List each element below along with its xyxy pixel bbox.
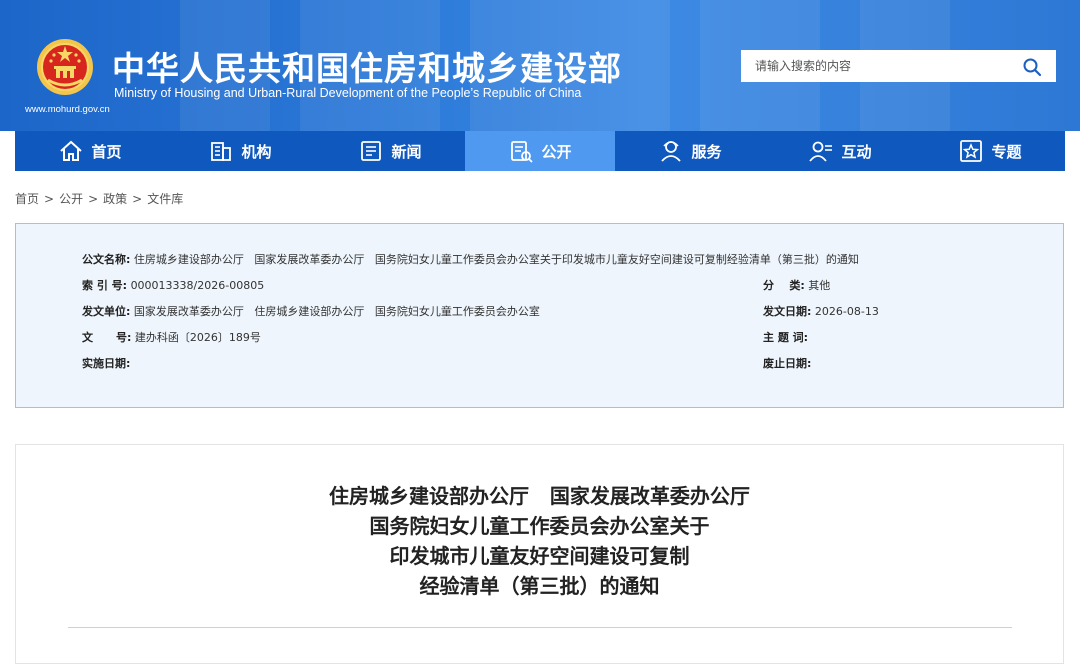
nav-item-organization[interactable]: 机构	[165, 131, 315, 171]
search-input[interactable]	[741, 50, 1011, 82]
info-effective: 实施日期:	[82, 357, 130, 371]
nav-item-service[interactable]: 服务	[615, 131, 765, 171]
nav-item-interaction[interactable]: 互动	[765, 131, 915, 171]
nav-item-home[interactable]: 首页	[15, 131, 165, 171]
nav-item-open[interactable]: 公开	[465, 131, 615, 171]
article-panel: 住房城乡建设部办公厅 国家发展改革委办公厅 国务院妇女儿童工作委员会办公室关于 …	[15, 444, 1064, 664]
article-title-line: 国务院妇女儿童工作委员会办公室关于	[369, 514, 710, 538]
article-title: 住房城乡建设部办公厅 国家发展改革委办公厅 国务院妇女儿童工作委员会办公室关于 …	[16, 481, 1063, 601]
site-url: www.mohurd.gov.cn	[25, 104, 110, 115]
document-info-box: 公文名称: 住房城乡建设部办公厅 国家发展改革委办公厅 国务院妇女儿童工作委员会…	[15, 223, 1064, 408]
breadcrumb-open[interactable]: 公开	[59, 192, 83, 206]
search-icon[interactable]	[1022, 57, 1042, 77]
info-issuer: 发文单位: 国家发展改革委办公厅 住房城乡建设部办公厅 国务院妇女儿童工作委员会…	[82, 305, 540, 319]
info-category: 分 类: 其他	[763, 279, 830, 293]
info-expiry: 废止日期:	[763, 357, 811, 371]
breadcrumb-separator: >	[44, 192, 55, 206]
article-title-line: 印发城市儿童友好空间建设可复制	[389, 544, 690, 568]
info-subject-label: 主 题 词:	[763, 331, 809, 344]
article-title-line: 经验清单（第三批）的通知	[419, 574, 660, 598]
breadcrumb-library[interactable]: 文件库	[147, 192, 183, 206]
service-person-icon	[661, 141, 682, 162]
search-box	[741, 50, 1056, 82]
nav-label: 机构	[241, 142, 272, 161]
national-emblem-icon[interactable]	[36, 38, 94, 96]
info-doc-no-value: 建办科函〔2026〕189号	[134, 331, 261, 344]
nav-label: 新闻	[391, 142, 422, 161]
info-index-value: 000013338/2026-00805	[130, 279, 265, 292]
site-title-en: Ministry of Housing and Urban-Rural Deve…	[114, 86, 582, 100]
info-category-value: 其他	[808, 279, 831, 292]
site-header: 中华人民共和国住房和城乡建设部 Ministry of Housing and …	[0, 0, 1080, 131]
info-date-label: 发文日期:	[763, 305, 812, 318]
open-document-icon	[511, 141, 534, 163]
nav-label: 专题	[991, 142, 1022, 161]
breadcrumb-separator: >	[88, 192, 99, 206]
info-issuer-label: 发文单位:	[82, 305, 131, 318]
breadcrumb-policy[interactable]: 政策	[103, 192, 127, 206]
nav-label: 首页	[91, 142, 122, 161]
info-doc-no: 文 号: 建办科函〔2026〕189号	[82, 331, 261, 345]
interaction-person-icon	[809, 141, 833, 162]
info-expiry-label: 废止日期:	[763, 357, 812, 370]
breadcrumb-separator: >	[132, 192, 143, 206]
info-issuer-value: 国家发展改革委办公厅 住房城乡建设部办公厅 国务院妇女儿童工作委员会办公室	[133, 305, 540, 318]
info-index: 索 引 号: 000013338/2026-00805	[82, 279, 264, 293]
info-effective-label: 实施日期:	[82, 357, 131, 370]
site-title-cn: 中华人民共和国住房和城乡建设部	[112, 49, 622, 88]
home-icon	[60, 140, 83, 161]
info-date: 发文日期: 2026-08-13	[763, 305, 879, 319]
info-date-value: 2026-08-13	[814, 305, 879, 318]
breadcrumb: 首页 > 公开 > 政策 > 文件库	[15, 190, 183, 207]
topic-star-icon	[960, 140, 983, 162]
info-doc-name: 公文名称: 住房城乡建设部办公厅 国家发展改革委办公厅 国务院妇女儿童工作委员会…	[82, 253, 859, 267]
nav-label: 公开	[541, 142, 572, 161]
nav-item-topic[interactable]: 专题	[915, 131, 1065, 171]
info-doc-name-label: 公文名称:	[82, 253, 131, 266]
info-doc-name-value: 住房城乡建设部办公厅 国家发展改革委办公厅 国务院妇女儿童工作委员会办公室关于印…	[133, 253, 859, 266]
info-index-label: 索 引 号:	[82, 279, 128, 292]
building-icon	[211, 142, 232, 161]
article-title-line: 住房城乡建设部办公厅 国家发展改革委办公厅	[329, 484, 750, 508]
news-icon	[361, 141, 382, 161]
main-nav: 首页 机构 新闻 公开 服务 互动 专题	[15, 131, 1065, 171]
info-doc-no-label: 文 号:	[82, 331, 132, 344]
nav-label: 互动	[841, 142, 872, 161]
nav-label: 服务	[691, 142, 722, 161]
article-divider	[68, 627, 1012, 628]
info-subject: 主 题 词:	[763, 331, 808, 345]
breadcrumb-home[interactable]: 首页	[15, 192, 39, 206]
nav-item-news[interactable]: 新闻	[315, 131, 465, 171]
info-category-label: 分 类:	[763, 279, 805, 292]
